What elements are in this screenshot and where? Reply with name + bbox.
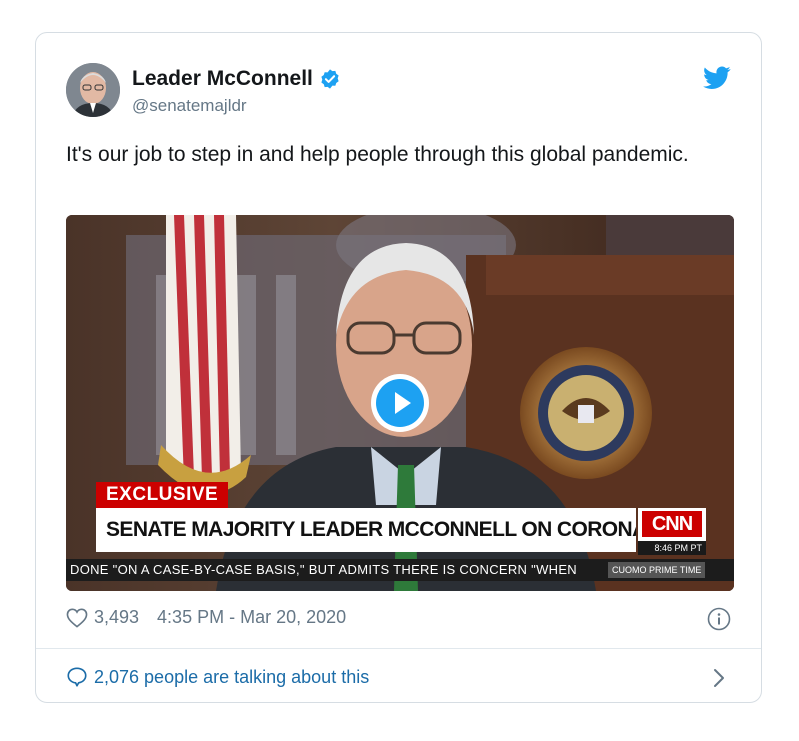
avatar-image bbox=[66, 63, 120, 117]
program-tag: CUOMO PRIME TIME bbox=[608, 562, 706, 578]
video-headline: SENATE MAJORITY LEADER MCCONNELL ON CORO… bbox=[96, 508, 636, 552]
tweet-card[interactable]: Leader McConnell @senatemajldr It's our … bbox=[35, 32, 762, 703]
chevron-right-icon[interactable] bbox=[712, 667, 726, 689]
play-icon[interactable] bbox=[370, 373, 430, 433]
conversation-text[interactable]: 2,076 people are talking about this bbox=[94, 667, 369, 688]
video-player[interactable]: EXCLUSIVE SENATE MAJORITY LEADER MCCONNE… bbox=[66, 215, 734, 591]
avatar[interactable] bbox=[66, 63, 120, 117]
speech-bubble-icon bbox=[67, 667, 87, 687]
info-icon[interactable] bbox=[707, 607, 731, 631]
verified-badge-icon bbox=[321, 69, 339, 89]
exclusive-label: EXCLUSIVE bbox=[96, 482, 229, 508]
author-handle[interactable]: @senatemajldr bbox=[132, 96, 247, 116]
twitter-bird-icon[interactable] bbox=[703, 66, 731, 90]
author-name[interactable]: Leader McConnell bbox=[132, 67, 313, 91]
like-count[interactable]: 3,493 bbox=[94, 607, 139, 628]
conversation-link[interactable]: 2,076 people are talking about this bbox=[66, 666, 369, 688]
heart-icon[interactable] bbox=[66, 608, 88, 628]
broadcast-time: 8:46 PM PT bbox=[638, 541, 706, 555]
tweet-text: It's our job to step in and help people … bbox=[66, 143, 689, 166]
divider bbox=[36, 648, 761, 649]
cnn-logo: CNN bbox=[642, 511, 702, 537]
tweet-timestamp[interactable]: 4:35 PM - Mar 20, 2020 bbox=[157, 607, 346, 628]
